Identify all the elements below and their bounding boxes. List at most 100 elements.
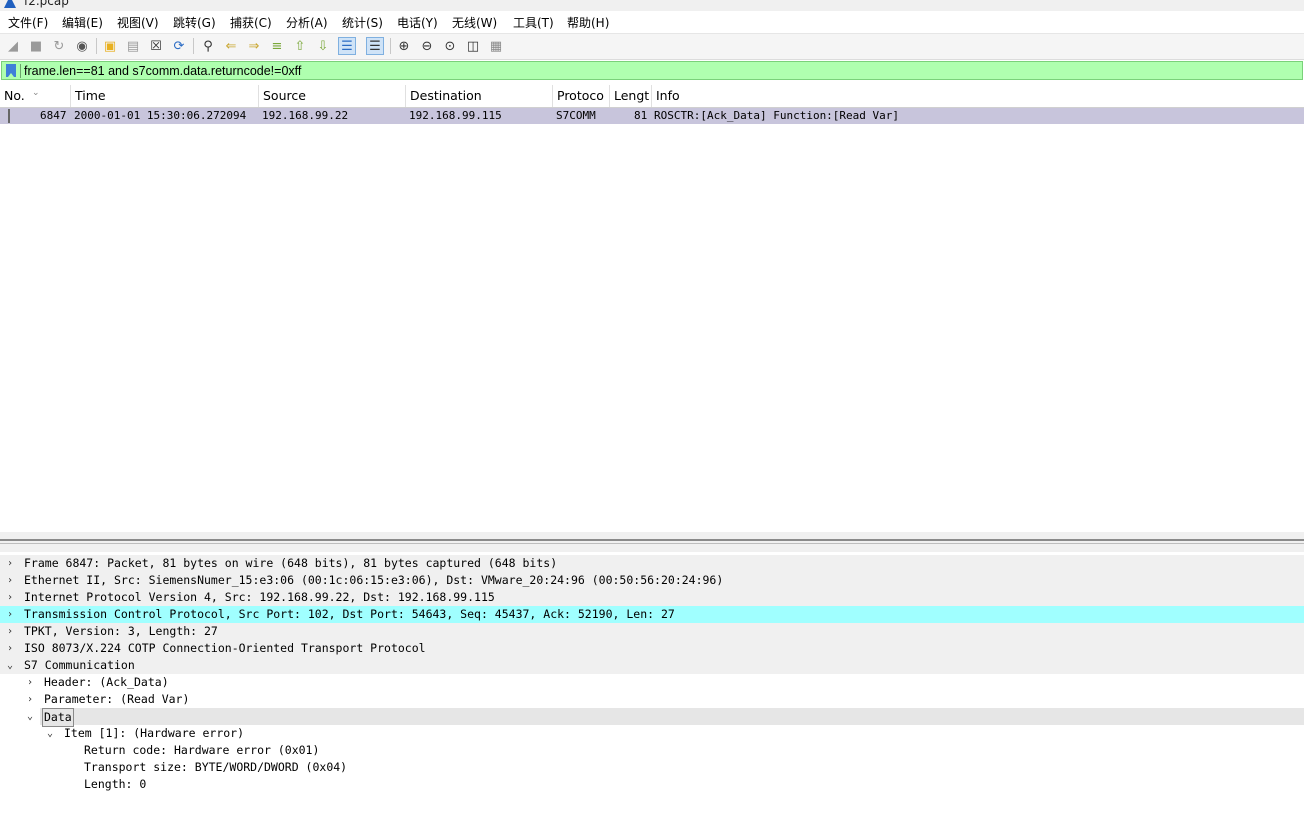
tree-row-item-1[interactable]: ⌄ Item [1]: (Hardware error) bbox=[0, 725, 1304, 742]
open-folder-icon[interactable]: ▣ bbox=[101, 37, 119, 55]
menu-help[interactable]: 帮助(H) bbox=[567, 14, 609, 31]
last-packet-icon[interactable]: ⇩ bbox=[314, 37, 332, 55]
packet-list-header: No. ⌄ Time Source Destination Protoco Len… bbox=[0, 85, 1304, 108]
packet-time: 2000-01-01 15:30:06.272094 bbox=[74, 109, 247, 122]
expand-icon[interactable]: › bbox=[4, 606, 16, 623]
packet-source: 192.168.99.22 bbox=[262, 109, 349, 122]
tree-row-label: Transmission Control Protocol, Src Port:… bbox=[24, 607, 675, 621]
column-header-info[interactable]: Info bbox=[652, 85, 1304, 107]
tree-row-length[interactable]: Length: 0 bbox=[0, 776, 1304, 793]
menu-tools[interactable]: 工具(T) bbox=[513, 14, 554, 31]
filter-separator bbox=[20, 64, 21, 78]
packet-protocol: S7COMM bbox=[556, 109, 596, 122]
go-to-packet-icon[interactable]: ≡ bbox=[268, 37, 286, 55]
tree-row-ipv4[interactable]: › Internet Protocol Version 4, Src: 192.… bbox=[0, 589, 1304, 606]
find-icon[interactable]: ⚲ bbox=[199, 37, 217, 55]
zoom-out-icon[interactable]: ⊖ bbox=[418, 37, 436, 55]
expand-icon[interactable]: › bbox=[4, 589, 16, 606]
packet-length: 81 bbox=[634, 109, 648, 122]
forward-arrow-icon[interactable]: ⇒ bbox=[245, 37, 263, 55]
splitter-line bbox=[0, 539, 1304, 541]
column-header-length[interactable]: Lengt bbox=[610, 85, 652, 107]
autoscroll-icon[interactable]: ☰ bbox=[338, 37, 356, 55]
menu-edit[interactable]: 编辑(E) bbox=[62, 14, 103, 31]
collapse-icon[interactable]: ⌄ bbox=[24, 708, 36, 725]
pane-splitter[interactable] bbox=[0, 532, 1304, 552]
tree-row-label: Return code: Hardware error (0x01) bbox=[84, 743, 320, 757]
packet-row[interactable]: 6847 2000-01-01 15:30:06.272094 192.168.… bbox=[0, 108, 1304, 124]
main-toolbar: ◢ ■ ↻ ◉ ▣ ▤ ☒ ⟳ ⚲ ⇐ ⇒ ≡ ⇧ ⇩ ☰ ☰ ⊕ ⊖ ⊙ ◫ … bbox=[0, 34, 1304, 60]
tree-row-s7-header[interactable]: › Header: (Ack_Data) bbox=[0, 674, 1304, 691]
menu-go[interactable]: 跳转(G) bbox=[173, 14, 216, 31]
tree-row-s7comm[interactable]: ⌄ S7 Communication bbox=[0, 657, 1304, 674]
tree-row-label: Item [1]: (Hardware error) bbox=[64, 726, 245, 740]
row-marker bbox=[8, 109, 10, 123]
save-icon[interactable]: ▤ bbox=[124, 37, 142, 55]
shark-fin-start-icon[interactable]: ◢ bbox=[4, 37, 22, 55]
reload-icon[interactable]: ⟳ bbox=[170, 37, 188, 55]
tree-row-s7-data[interactable]: ⌄ Data bbox=[27, 708, 1304, 727]
tree-row-label: Parameter: (Read Var) bbox=[44, 692, 190, 706]
splitter-line bbox=[0, 543, 1304, 544]
menu-wireless[interactable]: 无线(W) bbox=[452, 14, 497, 31]
toolbar-separator bbox=[390, 38, 391, 54]
tree-row-transport-size[interactable]: Transport size: BYTE/WORD/DWORD (0x04) bbox=[0, 759, 1304, 776]
zoom-in-icon[interactable]: ⊕ bbox=[395, 37, 413, 55]
expand-icon[interactable]: › bbox=[4, 555, 16, 572]
display-filter-input[interactable] bbox=[24, 62, 1294, 79]
tree-row-return-code[interactable]: Return code: Hardware error (0x01) bbox=[0, 742, 1304, 759]
normal-size-icon[interactable]: ⊙ bbox=[441, 37, 459, 55]
menu-statistics[interactable]: 统计(S) bbox=[342, 14, 383, 31]
menu-view[interactable]: 视图(V) bbox=[117, 14, 159, 31]
column-header-source[interactable]: Source bbox=[259, 85, 406, 107]
tree-row-tcp[interactable]: › Transmission Control Protocol, Src Por… bbox=[0, 606, 1304, 623]
packet-details-tree: › Frame 6847: Packet, 81 bytes on wire (… bbox=[0, 555, 1304, 825]
expand-icon[interactable]: › bbox=[4, 623, 16, 640]
tree-row-label: TPKT, Version: 3, Length: 27 bbox=[24, 624, 218, 638]
layout-icon[interactable]: ▦ bbox=[487, 37, 505, 55]
menu-file[interactable]: 文件(F) bbox=[8, 14, 48, 31]
expand-icon[interactable]: › bbox=[24, 674, 36, 691]
display-filter-bar bbox=[1, 61, 1303, 80]
packet-destination: 192.168.99.115 bbox=[409, 109, 502, 122]
column-header-protocol[interactable]: Protoco bbox=[553, 85, 610, 107]
bookmark-icon[interactable] bbox=[6, 64, 16, 77]
tree-row-label: S7 Communication bbox=[24, 658, 135, 672]
tree-row-tpkt[interactable]: › TPKT, Version: 3, Length: 27 bbox=[0, 623, 1304, 640]
menu-telephony[interactable]: 电话(Y) bbox=[397, 14, 438, 31]
tree-row-cotp[interactable]: › ISO 8073/X.224 COTP Connection-Oriente… bbox=[0, 640, 1304, 657]
resize-columns-icon[interactable]: ◫ bbox=[464, 37, 482, 55]
tree-row-label: Length: 0 bbox=[84, 777, 147, 791]
collapse-icon[interactable]: ⌄ bbox=[4, 657, 16, 674]
column-header-no[interactable]: No. ⌄ bbox=[0, 85, 71, 107]
expand-icon[interactable]: › bbox=[4, 640, 16, 657]
close-file-icon[interactable]: ☒ bbox=[147, 37, 165, 55]
restart-icon[interactable]: ↻ bbox=[50, 37, 68, 55]
tree-row-label: Transport size: BYTE/WORD/DWORD (0x04) bbox=[84, 760, 348, 774]
collapse-icon[interactable]: ⌄ bbox=[44, 725, 56, 742]
tree-row-ethernet[interactable]: › Ethernet II, Src: SiemensNumer_15:e3:0… bbox=[0, 572, 1304, 589]
expand-icon[interactable]: › bbox=[4, 572, 16, 589]
expand-icon[interactable]: › bbox=[24, 691, 36, 708]
tree-row-frame[interactable]: › Frame 6847: Packet, 81 bytes on wire (… bbox=[0, 555, 1304, 572]
menu-analyze[interactable]: 分析(A) bbox=[286, 14, 328, 31]
sort-indicator-icon: ⌄ bbox=[32, 88, 40, 98]
column-header-time[interactable]: Time bbox=[71, 85, 259, 107]
toolbar-separator bbox=[193, 38, 194, 54]
title-bar: f2.pcap bbox=[0, 0, 1304, 11]
tree-row-label: Header: (Ack_Data) bbox=[44, 675, 169, 689]
packet-list: 6847 2000-01-01 15:30:06.272094 192.168.… bbox=[0, 108, 1304, 532]
column-header-destination[interactable]: Destination bbox=[406, 85, 553, 107]
tree-row-label: Ethernet II, Src: SiemensNumer_15:e3:06 … bbox=[24, 573, 724, 587]
colorize-icon[interactable]: ☰ bbox=[366, 37, 384, 55]
tree-row-s7-parameter[interactable]: › Parameter: (Read Var) bbox=[0, 691, 1304, 708]
first-packet-icon[interactable]: ⇧ bbox=[291, 37, 309, 55]
menu-capture[interactable]: 捕获(C) bbox=[230, 14, 272, 31]
packet-no: 6847 bbox=[40, 109, 67, 122]
stop-icon[interactable]: ■ bbox=[27, 37, 45, 55]
wireshark-icon bbox=[4, 0, 16, 8]
back-arrow-icon[interactable]: ⇐ bbox=[222, 37, 240, 55]
toolbar-separator bbox=[96, 38, 97, 54]
column-label: No. bbox=[4, 88, 25, 103]
capture-options-icon[interactable]: ◉ bbox=[73, 37, 91, 55]
